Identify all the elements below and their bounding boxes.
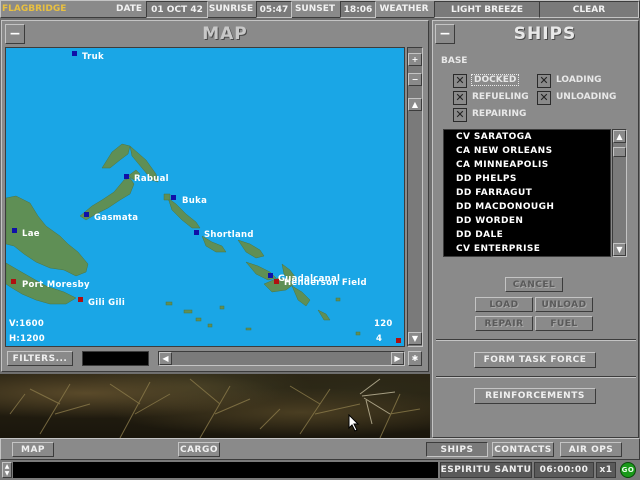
ship-list-scroll-down-button[interactable]: ▼ xyxy=(613,243,626,256)
sunset-label: SUNSET xyxy=(294,3,336,14)
form-task-force-button[interactable]: FORM TASK FORCE xyxy=(474,352,596,368)
ship-list-scroll-up-button[interactable]: ▲ xyxy=(613,130,626,143)
label-buka: Buka xyxy=(182,196,208,206)
go-button[interactable]: GO xyxy=(620,462,636,478)
contacts-tab-button[interactable]: CONTACTS xyxy=(492,442,554,457)
unloading-label: UNLOADING xyxy=(556,92,617,102)
marker-port-moresby[interactable] xyxy=(11,279,16,284)
docked-checkbox[interactable]: ✕ xyxy=(453,74,467,88)
fuel-button[interactable]: FUEL xyxy=(535,316,593,331)
date-value: 01 OCT 42 xyxy=(146,1,208,18)
label-lae: Lae xyxy=(22,229,40,239)
readout-bottom-right: 4 xyxy=(376,334,383,344)
ship-item[interactable]: CA MINNEAPOLIS xyxy=(456,160,549,170)
air-ops-tab-button[interactable]: AIR OPS xyxy=(560,442,622,457)
ships-divider-2 xyxy=(436,376,636,378)
jungle-fronds xyxy=(9,378,421,438)
map-tab-button[interactable]: MAP xyxy=(12,442,54,457)
ships-divider xyxy=(436,339,636,341)
ship-item[interactable]: DD MACDONOUGH xyxy=(456,202,554,212)
ship-item[interactable]: CV SARATOGA xyxy=(456,132,532,142)
ship-item[interactable]: DD FARRAGUT xyxy=(456,188,532,198)
zoom-in-button[interactable]: + xyxy=(408,53,422,66)
unload-button[interactable]: UNLOAD xyxy=(535,297,593,312)
loading-checkbox[interactable]: ✕ xyxy=(537,74,551,88)
filters-button[interactable]: FILTERS... xyxy=(7,351,73,366)
location-display: ESPIRITU SANTU xyxy=(440,462,532,478)
map-scroll-left-button[interactable]: ◀ xyxy=(159,352,172,365)
ships-collapse-button[interactable]: − xyxy=(435,24,455,44)
cargo-tab-button[interactable]: CARGO xyxy=(178,442,220,457)
label-truk: Truk xyxy=(82,52,104,62)
weather-label: WEATHER xyxy=(379,3,429,14)
repairing-label: REPAIRING xyxy=(472,109,527,119)
sunrise-label: SUNRISE xyxy=(208,3,254,14)
map-corner-marker xyxy=(396,338,401,343)
map-vertical-scrollbar[interactable] xyxy=(407,47,423,347)
label-port-moresby: Port Moresby xyxy=(22,280,90,290)
marker-guadalcanal[interactable] xyxy=(268,273,273,278)
repair-button[interactable]: REPAIR xyxy=(475,316,533,331)
map-title: MAP xyxy=(202,24,248,44)
v-readout: V:1600 xyxy=(9,319,45,329)
marker-gili-gili[interactable] xyxy=(78,297,83,302)
ship-item[interactable]: DD DALE xyxy=(456,230,503,240)
sunset-value: 18:06 xyxy=(340,1,376,18)
marker-henderson-field[interactable] xyxy=(274,279,279,284)
ships-tab-button[interactable]: SHIPS xyxy=(426,442,488,457)
mouse-cursor-icon xyxy=(348,414,360,432)
map-corner-button[interactable]: ✱ xyxy=(408,351,422,366)
jungle-backdrop-image xyxy=(0,374,430,438)
label-gasmata: Gasmata xyxy=(94,213,139,223)
base-label: BASE xyxy=(441,56,468,66)
sunrise-value: 05:47 xyxy=(256,1,292,18)
marker-truk[interactable] xyxy=(72,51,77,56)
map-viewport[interactable]: Truk Rabual Buka Gasmata Shortland Lae G… xyxy=(5,47,405,347)
map-scroll-right-button[interactable]: ▶ xyxy=(391,352,404,365)
date-label: DATE xyxy=(115,3,143,14)
marker-shortland[interactable] xyxy=(194,230,199,235)
reinforcements-button[interactable]: REINFORCEMENTS xyxy=(474,388,596,404)
refueling-checkbox[interactable]: ✕ xyxy=(453,91,467,105)
h-readout: H:1200 xyxy=(9,334,45,344)
unloading-checkbox[interactable]: ✕ xyxy=(537,91,551,105)
refueling-label: REFUELING xyxy=(472,92,529,102)
loading-label: LOADING xyxy=(556,75,602,85)
filter-display xyxy=(82,351,149,366)
zoom-out-button[interactable]: − xyxy=(408,73,422,86)
ship-item[interactable]: CV ENTERPRISE xyxy=(456,244,540,254)
app-title: FLAGBRIDGE xyxy=(2,3,67,14)
marker-rabual[interactable] xyxy=(124,174,129,179)
label-gili-gili: Gili Gili xyxy=(88,298,126,308)
repairing-checkbox[interactable]: ✕ xyxy=(453,108,467,122)
load-button[interactable]: LOAD xyxy=(475,297,533,312)
ship-item[interactable]: DD WORDEN xyxy=(456,216,523,226)
ship-item[interactable]: CA NEW ORLEANS xyxy=(456,146,553,156)
docked-label: DOCKED xyxy=(471,74,520,86)
ship-list[interactable]: CV SARATOGA CA NEW ORLEANS CA MINNEAPOLI… xyxy=(443,129,611,257)
map-horizontal-scrollbar[interactable] xyxy=(158,351,405,366)
map-collapse-button[interactable]: − xyxy=(5,24,25,44)
ship-list-scroll-thumb[interactable] xyxy=(613,147,626,157)
message-line xyxy=(13,462,438,478)
label-shortland: Shortland xyxy=(204,230,254,240)
marker-gasmata[interactable] xyxy=(84,212,89,217)
label-henderson-field: Henderson Field xyxy=(284,278,367,288)
sky-value: CLEAR xyxy=(539,1,639,18)
map-scroll-down-button[interactable]: ▼ xyxy=(408,332,422,345)
marker-buka[interactable] xyxy=(171,195,176,200)
marker-lae[interactable] xyxy=(12,228,17,233)
wind-value: LIGHT BREEZE xyxy=(434,1,540,18)
speed-display[interactable]: x1 xyxy=(596,462,616,478)
label-rabual: Rabual xyxy=(134,174,169,184)
readout-top-right: 120 xyxy=(374,319,393,329)
ship-item[interactable]: DD PHELPS xyxy=(456,174,517,184)
clock-display: 06:00:00 xyxy=(534,462,594,478)
cancel-button[interactable]: CANCEL xyxy=(505,277,563,292)
map-scroll-up-button[interactable]: ▲ xyxy=(408,98,422,111)
ships-title: SHIPS xyxy=(513,24,577,44)
message-scroll-button[interactable]: ▲ ▼ xyxy=(2,462,12,478)
